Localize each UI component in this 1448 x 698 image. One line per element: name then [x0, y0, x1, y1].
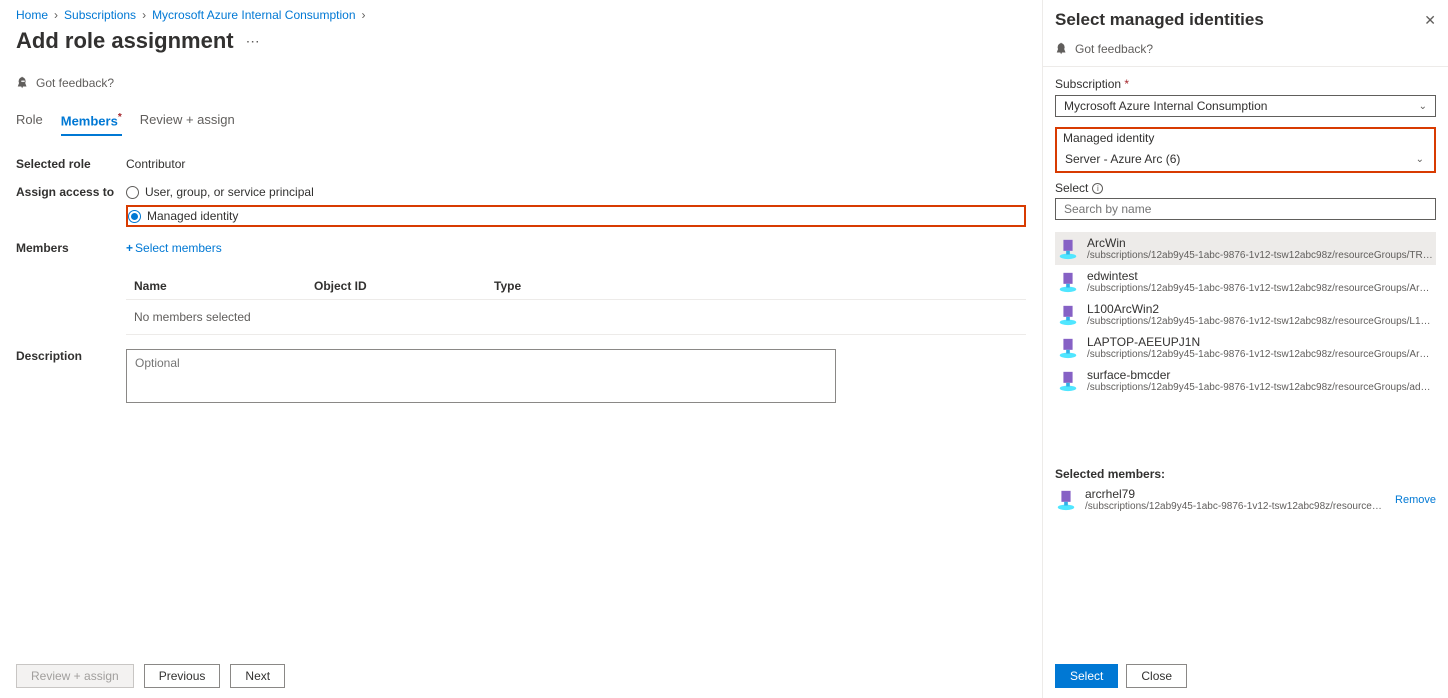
review-assign-button[interactable]: Review + assign: [16, 664, 134, 688]
radio-managed-identity[interactable]: Managed identity: [128, 209, 238, 223]
server-arc-icon: [1057, 370, 1079, 392]
more-actions-button[interactable]: ⋯: [246, 33, 260, 50]
breadcrumb-home[interactable]: Home: [16, 8, 48, 22]
identity-name: edwintest: [1087, 269, 1434, 283]
subscription-dropdown[interactable]: Mycrosoft Azure Internal Consumption ⌄: [1055, 95, 1436, 117]
feedback-icon: [16, 76, 30, 90]
breadcrumb-subscriptions[interactable]: Subscriptions: [64, 8, 136, 22]
close-button[interactable]: Close: [1126, 664, 1187, 688]
select-managed-identities-panel: Select managed identities ✕ Got feedback…: [1042, 0, 1448, 698]
remove-link[interactable]: Remove: [1395, 494, 1436, 506]
table-empty-row: No members selected: [126, 300, 1026, 334]
breadcrumb-sub-name[interactable]: Mycrosoft Azure Internal Consumption: [152, 8, 355, 22]
selected-role-value: Contributor: [126, 157, 1026, 171]
identity-path: /subscriptions/12ab9y45-1abc-9876-1v12-t…: [1087, 316, 1434, 327]
feedback-label: Got feedback?: [36, 76, 114, 90]
selected-member-row: arcrhel79 /subscriptions/12ab9y45-1abc-9…: [1055, 487, 1436, 512]
managed-identity-label: Managed identity: [1059, 131, 1432, 145]
chevron-down-icon: ⌄: [1416, 154, 1424, 165]
identity-row[interactable]: L100ArcWin2 /subscriptions/12ab9y45-1abc…: [1055, 298, 1436, 331]
identity-row[interactable]: edwintest /subscriptions/12ab9y45-1abc-9…: [1055, 265, 1436, 298]
identity-path: /subscriptions/12ab9y45-1abc-9876-1v12-t…: [1087, 250, 1434, 261]
identity-row[interactable]: ArcWin /subscriptions/12ab9y45-1abc-9876…: [1055, 232, 1436, 265]
feedback-link[interactable]: Got feedback?: [16, 76, 1026, 90]
identity-row[interactable]: LAPTOP-AEEUPJ1N /subscriptions/12ab9y45-…: [1055, 331, 1436, 364]
highlight-managed-identity: Managed identity: [126, 205, 1026, 227]
selected-member-path: /subscriptions/12ab9y45-1abc-9876-1v12-t…: [1085, 501, 1387, 512]
select-label: Select: [1055, 181, 1088, 195]
col-type: Type: [494, 279, 674, 293]
close-icon[interactable]: ✕: [1424, 12, 1436, 29]
subscription-label: Subscription *: [1055, 77, 1436, 91]
identity-path: /subscriptions/12ab9y45-1abc-9876-1v12-t…: [1087, 349, 1434, 360]
tab-members[interactable]: Members*: [61, 112, 122, 136]
radio-user-group[interactable]: User, group, or service principal: [126, 185, 1026, 199]
tab-review[interactable]: Review + assign: [140, 112, 235, 136]
selected-role-label: Selected role: [16, 157, 126, 171]
description-input[interactable]: [126, 349, 836, 403]
managed-identity-dropdown[interactable]: Server - Azure Arc (6) ⌄: [1059, 149, 1432, 169]
breadcrumb: Home › Subscriptions › Mycrosoft Azure I…: [16, 8, 1026, 22]
server-arc-icon: [1055, 489, 1077, 511]
members-label: Members: [16, 241, 126, 335]
assign-access-label: Assign access to: [16, 185, 126, 227]
identity-name: ArcWin: [1087, 236, 1434, 250]
select-button[interactable]: Select: [1055, 664, 1118, 688]
identity-name: L100ArcWin2: [1087, 302, 1434, 316]
radio-icon: [128, 210, 141, 223]
identity-path: /subscriptions/12ab9y45-1abc-9876-1v12-t…: [1087, 382, 1434, 393]
select-members-link[interactable]: + Select members: [126, 241, 222, 255]
identity-row[interactable]: surface-bmcder /subscriptions/12ab9y45-1…: [1055, 364, 1436, 397]
identity-list: ArcWin /subscriptions/12ab9y45-1abc-9876…: [1055, 232, 1436, 397]
server-arc-icon: [1057, 304, 1079, 326]
identity-path: /subscriptions/12ab9y45-1abc-9876-1v12-t…: [1087, 283, 1434, 294]
page-title: Add role assignment: [16, 28, 234, 54]
chevron-right-icon: ›: [362, 8, 366, 22]
server-arc-icon: [1057, 238, 1079, 260]
panel-feedback-link[interactable]: Got feedback?: [1043, 36, 1448, 67]
info-icon[interactable]: i: [1092, 183, 1103, 194]
description-label: Description: [16, 349, 126, 406]
tab-role[interactable]: Role: [16, 112, 43, 136]
selected-members-title: Selected members:: [1055, 467, 1436, 481]
selected-member-name: arcrhel79: [1085, 487, 1387, 501]
col-name: Name: [134, 279, 314, 293]
chevron-down-icon: ⌄: [1419, 101, 1427, 112]
previous-button[interactable]: Previous: [144, 664, 221, 688]
chevron-right-icon: ›: [54, 8, 58, 22]
server-arc-icon: [1057, 337, 1079, 359]
search-input[interactable]: [1055, 198, 1436, 220]
tab-bar: Role Members* Review + assign: [16, 112, 1026, 137]
feedback-icon: [1055, 42, 1069, 56]
radio-icon: [126, 186, 139, 199]
next-button[interactable]: Next: [230, 664, 285, 688]
panel-title: Select managed identities: [1055, 10, 1264, 30]
plus-icon: +: [126, 241, 133, 255]
server-arc-icon: [1057, 271, 1079, 293]
members-table: Name Object ID Type No members selected: [126, 273, 1026, 335]
identity-name: surface-bmcder: [1087, 368, 1434, 382]
col-object-id: Object ID: [314, 279, 494, 293]
identity-name: LAPTOP-AEEUPJ1N: [1087, 335, 1434, 349]
chevron-right-icon: ›: [142, 8, 146, 22]
highlight-managed-identity-dropdown: Managed identity Server - Azure Arc (6) …: [1055, 127, 1436, 173]
